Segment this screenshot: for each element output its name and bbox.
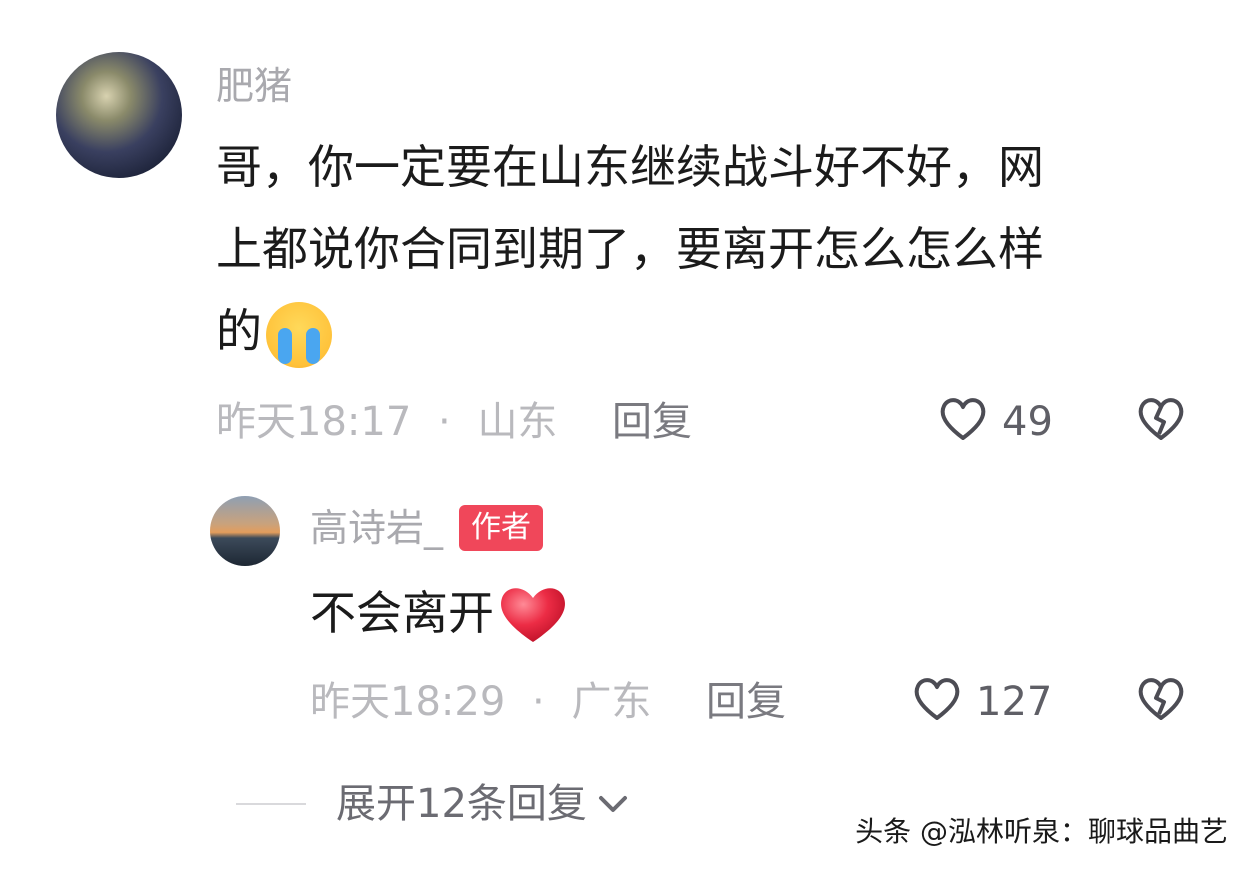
red-heart-emoji-icon xyxy=(501,588,565,642)
meta-separator: · xyxy=(438,399,451,445)
reply-avatar[interactable] xyxy=(210,496,280,566)
crying-face-emoji-icon xyxy=(266,301,332,368)
dislike-broken-heart-icon[interactable] xyxy=(1134,392,1188,446)
chevron-down-icon xyxy=(598,796,627,812)
comment-line-1: 哥，你一定要在山东继续战斗好不好，网 xyxy=(216,140,1044,194)
reply-time: 昨天18:29 xyxy=(310,679,506,725)
reply-text: 不会离开 xyxy=(310,572,570,654)
reply-meta-separator: · xyxy=(532,679,545,725)
reply-meta: 昨天18:29 · 广东 xyxy=(310,678,651,726)
comment-line-2: 上都说你合同到期了，要离开怎么怎么样 xyxy=(216,222,1044,276)
reply-like-count: 127 xyxy=(976,679,1053,725)
reply-like-icon[interactable] xyxy=(910,672,964,726)
expand-replies-label: 展开12条回复 xyxy=(336,781,587,827)
like-icon[interactable] xyxy=(936,392,990,446)
watermark: 头条 @泓林听泉：聊球品曲艺 xyxy=(855,815,1228,848)
comment-line-3-text: 的 xyxy=(216,304,262,358)
author-badge: 作者 xyxy=(459,505,544,551)
comment-time: 昨天18:17 xyxy=(216,399,412,445)
reply-text-content: 不会离开 xyxy=(310,586,494,640)
reply-button[interactable]: 回复 xyxy=(612,398,692,446)
reply-reply-button[interactable]: 回复 xyxy=(706,678,786,726)
comment-username[interactable]: 肥猪 xyxy=(216,64,292,108)
expand-replies-button[interactable]: 展开12条回复 xyxy=(336,780,631,828)
like-count: 49 xyxy=(1002,399,1053,445)
comment-location: 山东 xyxy=(477,399,558,445)
comment-meta: 昨天18:17 · 山东 xyxy=(216,398,557,446)
comment-text: 哥，你一定要在山东继续战斗好不好，网 上都说你合同到期了，要离开怎么怎么样 的 xyxy=(216,126,1206,372)
expand-divider xyxy=(236,803,306,805)
reply-dislike-broken-heart-icon[interactable] xyxy=(1134,672,1188,726)
avatar[interactable] xyxy=(56,52,182,178)
comment-line-3: 的 xyxy=(216,290,1206,372)
reply-header: 高诗岩_ 作者 xyxy=(310,505,544,551)
reply-location: 广东 xyxy=(571,679,652,725)
reply-username[interactable]: 高诗岩_ xyxy=(310,506,443,550)
